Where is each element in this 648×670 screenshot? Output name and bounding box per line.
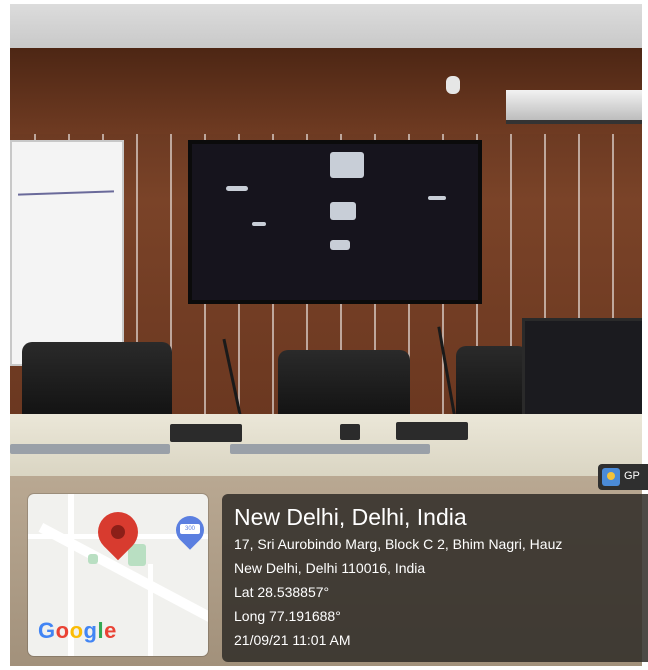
- chair-center: [278, 350, 410, 422]
- computer-monitor: [522, 318, 642, 424]
- tv-reflection: [330, 240, 350, 250]
- gps-badge-text: GP: [624, 470, 640, 482]
- gps-camera-badge: GP: [598, 464, 648, 490]
- google-logo-letter: o: [55, 618, 70, 643]
- conference-base-unit: [396, 422, 468, 440]
- google-logo-letter: G: [38, 618, 56, 643]
- tv-reflection: [226, 186, 248, 191]
- desk-inset-panel: [10, 444, 170, 454]
- google-logo-text: Google: [38, 618, 117, 643]
- whiteboard-writing: [17, 190, 115, 196]
- desk-inset-panel: [230, 444, 430, 454]
- map-thumbnail: 300 Google: [28, 494, 208, 656]
- gps-camera-app-icon: [602, 468, 620, 486]
- wall-mounted-tv: [188, 140, 482, 304]
- map-road: [148, 564, 153, 656]
- chair-left: [22, 342, 172, 422]
- ceiling: [10, 4, 642, 48]
- tv-reflection: [252, 222, 266, 226]
- tv-reflection: [330, 152, 364, 178]
- remote-control: [340, 424, 360, 440]
- google-logo-letter: o: [69, 618, 84, 643]
- tv-reflection: [330, 202, 356, 220]
- google-logo: Google: [38, 618, 117, 644]
- location-info-card: New Delhi, Delhi, India 17, Sri Aurobind…: [222, 494, 648, 662]
- google-logo-letter: g: [83, 618, 98, 643]
- projector-screen-rolled: [506, 90, 642, 124]
- address-line-2: New Delhi, Delhi 110016, India: [234, 560, 426, 576]
- tv-reflection: [428, 196, 446, 200]
- map-park: [88, 554, 98, 564]
- location-title: New Delhi, Delhi, India: [234, 504, 467, 530]
- google-logo-letter: e: [104, 618, 117, 643]
- datetime: 21/09/21 11:01 AM: [234, 632, 351, 648]
- whiteboard: [10, 140, 124, 366]
- longitude: Long 77.191688°: [234, 608, 341, 624]
- place-marker-label: 300: [180, 524, 200, 534]
- address-line-1: 17, Sri Aurobindo Marg, Block C 2, Bhim …: [234, 536, 563, 552]
- chair-right: [456, 346, 528, 422]
- security-camera: [446, 76, 460, 94]
- latitude: Lat 28.538857°: [234, 584, 330, 600]
- conference-base-unit: [170, 424, 242, 442]
